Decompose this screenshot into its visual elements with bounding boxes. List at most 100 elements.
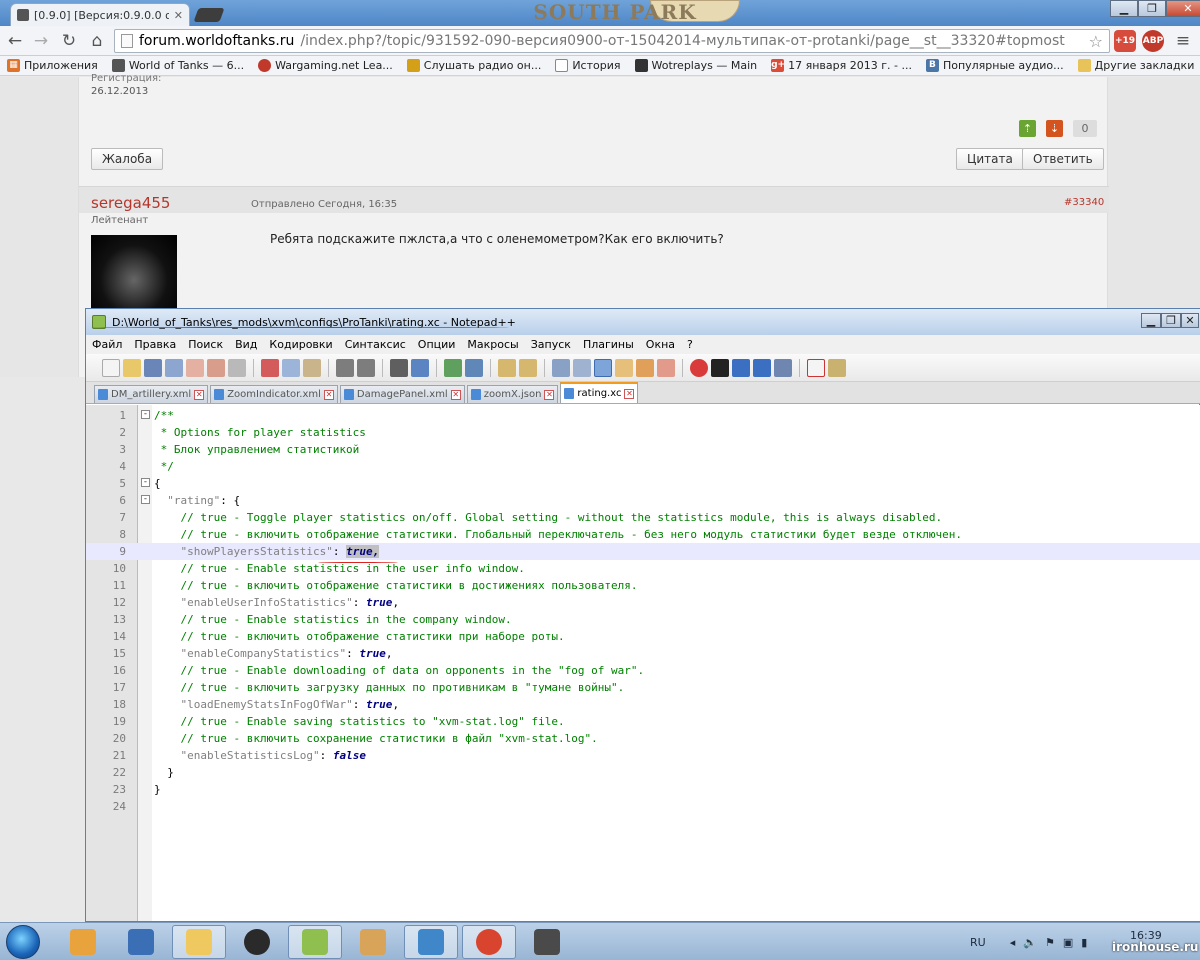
minimize-button[interactable]: ▁	[1110, 0, 1138, 17]
forward-icon[interactable]: →	[30, 30, 52, 52]
tab-close-icon[interactable]: ✕	[323, 389, 334, 400]
taskbar-button[interactable]	[114, 925, 168, 959]
tab-rating-xc[interactable]: rating.xc ✕	[560, 382, 639, 403]
redo-icon[interactable]	[357, 358, 375, 377]
back-icon[interactable]: ←	[4, 30, 26, 52]
taskbar-button[interactable]	[462, 925, 516, 959]
new-tab-button[interactable]	[193, 8, 225, 22]
home-icon[interactable]: ⌂	[86, 30, 108, 52]
plugin-icon[interactable]	[828, 358, 846, 377]
menu-icon[interactable]: ≡	[1172, 30, 1194, 52]
volume-icon[interactable]: 🔈	[1023, 936, 1037, 949]
code-line[interactable]: 23}	[86, 781, 1200, 798]
menu-macros[interactable]: Макросы	[461, 338, 524, 351]
print-icon[interactable]	[228, 358, 246, 377]
menu-file[interactable]: Файл	[86, 338, 128, 351]
doc-map-icon[interactable]	[636, 358, 654, 377]
start-button[interactable]	[6, 925, 40, 959]
code-line[interactable]: 15 "enableCompanyStatistics": true,	[86, 645, 1200, 662]
close-button[interactable]: ✕	[1166, 0, 1200, 17]
taskbar-button[interactable]	[56, 925, 110, 959]
stop-macro-icon[interactable]	[711, 358, 729, 377]
tab-dm-artillery[interactable]: DM_artillery.xml ✕	[94, 385, 209, 403]
reload-icon[interactable]: ↻	[58, 30, 80, 52]
bookmark-item[interactable]: История	[548, 59, 627, 72]
address-bar[interactable]: forum.worldoftanks.ru/index.php?/topic/9…	[114, 29, 1110, 53]
npp-maximize-button[interactable]: ❐	[1161, 313, 1181, 328]
save-macro-icon[interactable]	[774, 358, 792, 377]
code-line[interactable]: 21 "enableStatisticsLog": false	[86, 747, 1200, 764]
find-icon[interactable]	[390, 358, 408, 377]
language-indicator[interactable]: RU	[970, 936, 986, 949]
code-line[interactable]: 13 // true - Enable statistics in the co…	[86, 611, 1200, 628]
replace-icon[interactable]	[411, 358, 429, 377]
code-line[interactable]: 18 "loadEnemyStatsInFogOfWar": true,	[86, 696, 1200, 713]
tab-close-icon[interactable]: ✕	[174, 9, 183, 22]
taskbar-button[interactable]	[520, 925, 574, 959]
bookmark-item[interactable]: ▦ Приложения	[0, 59, 105, 72]
bookmark-item[interactable]: B Популярные аудио...	[919, 59, 1071, 72]
bookmark-item[interactable]: Wotreplays — Main	[628, 59, 765, 72]
extension-badge-icon[interactable]: +19	[1114, 30, 1136, 52]
code-line[interactable]: 5 -{	[86, 475, 1200, 492]
browser-tab[interactable]: [0.9.0] [Версия:0.9.0.0 от 1 ✕	[10, 3, 190, 26]
code-line[interactable]: 19 // true - Enable saving statistics to…	[86, 713, 1200, 730]
tray-chevron-icon[interactable]: ◂	[1010, 936, 1016, 949]
menu-run[interactable]: Запуск	[525, 338, 577, 351]
code-line[interactable]: 7 // true - Toggle player statistics on/…	[86, 509, 1200, 526]
new-file-icon[interactable]	[102, 358, 120, 377]
bookmark-item[interactable]: Wargaming.net Lea...	[251, 59, 400, 72]
code-line[interactable]: 8 // true - включить отображение статист…	[86, 526, 1200, 543]
vote-down-icon[interactable]: ⇣	[1046, 120, 1063, 137]
zoom-out-icon[interactable]	[465, 358, 483, 377]
code-editor[interactable]: 1-/** 2 * Options for player statistics 3 …	[86, 405, 1200, 921]
menu-encoding[interactable]: Кодировки	[263, 338, 338, 351]
tab-zoom-indicator[interactable]: ZoomIndicator.xml ✕	[210, 385, 338, 403]
zoom-in-icon[interactable]	[444, 358, 462, 377]
sync-vertical-icon[interactable]	[498, 358, 516, 377]
close-file-icon[interactable]	[186, 358, 204, 377]
taskbar-button[interactable]	[172, 925, 226, 959]
open-file-icon[interactable]	[123, 358, 141, 377]
taskbar-button[interactable]	[404, 925, 458, 959]
code-line[interactable]: 16 // true - Enable downloading of data …	[86, 662, 1200, 679]
taskbar-button[interactable]	[346, 925, 400, 959]
tab-close-icon[interactable]: ✕	[624, 388, 635, 399]
adblock-icon[interactable]: ABP	[1142, 30, 1164, 52]
code-line[interactable]: 24	[86, 798, 1200, 815]
menu-windows[interactable]: Окна	[640, 338, 681, 351]
avatar[interactable]	[91, 235, 177, 310]
report-button[interactable]: Жалоба	[91, 148, 164, 170]
code-line[interactable]: 11 // true - включить отображение статис…	[86, 577, 1200, 594]
fold-toggle-icon[interactable]: -	[141, 410, 150, 419]
code-line[interactable]: 9 "showPlayersStatistics": true,	[86, 543, 1200, 560]
spellcheck-icon[interactable]	[807, 358, 825, 377]
close-all-icon[interactable]	[207, 358, 225, 377]
bookmark-item[interactable]: g+ 17 января 2013 г. - ...	[764, 59, 919, 72]
post-number-link[interactable]: #33340	[1064, 197, 1104, 208]
code-line[interactable]: 3 * Блок управлением статистикой	[86, 441, 1200, 458]
save-icon[interactable]	[144, 358, 162, 377]
code-line[interactable]: 10 // true - Enable statistics in the us…	[86, 560, 1200, 577]
bookmark-item[interactable]: World of Tanks — 6...	[105, 59, 251, 72]
cut-icon[interactable]	[261, 358, 279, 377]
tab-close-icon[interactable]: ✕	[194, 389, 205, 400]
reply-button[interactable]: Ответить	[1022, 148, 1104, 170]
save-all-icon[interactable]	[165, 358, 183, 377]
tab-close-icon[interactable]: ✕	[544, 389, 555, 400]
menu-syntax[interactable]: Синтаксис	[339, 338, 412, 351]
sync-horizontal-icon[interactable]	[519, 358, 537, 377]
menu-search[interactable]: Поиск	[182, 338, 229, 351]
play-multiple-icon[interactable]	[753, 358, 771, 377]
undo-icon[interactable]	[336, 358, 354, 377]
code-line[interactable]: 20 // true - включить сохранение статист…	[86, 730, 1200, 747]
taskbar-button[interactable]	[288, 925, 342, 959]
maximize-button[interactable]: ❐	[1138, 0, 1166, 17]
copy-icon[interactable]	[282, 358, 300, 377]
flag-icon[interactable]: ⚑	[1045, 936, 1055, 949]
menu-view[interactable]: Вид	[229, 338, 263, 351]
record-macro-icon[interactable]	[690, 358, 708, 377]
menu-options[interactable]: Опции	[412, 338, 462, 351]
paste-icon[interactable]	[303, 358, 321, 377]
play-macro-icon[interactable]	[732, 358, 750, 377]
